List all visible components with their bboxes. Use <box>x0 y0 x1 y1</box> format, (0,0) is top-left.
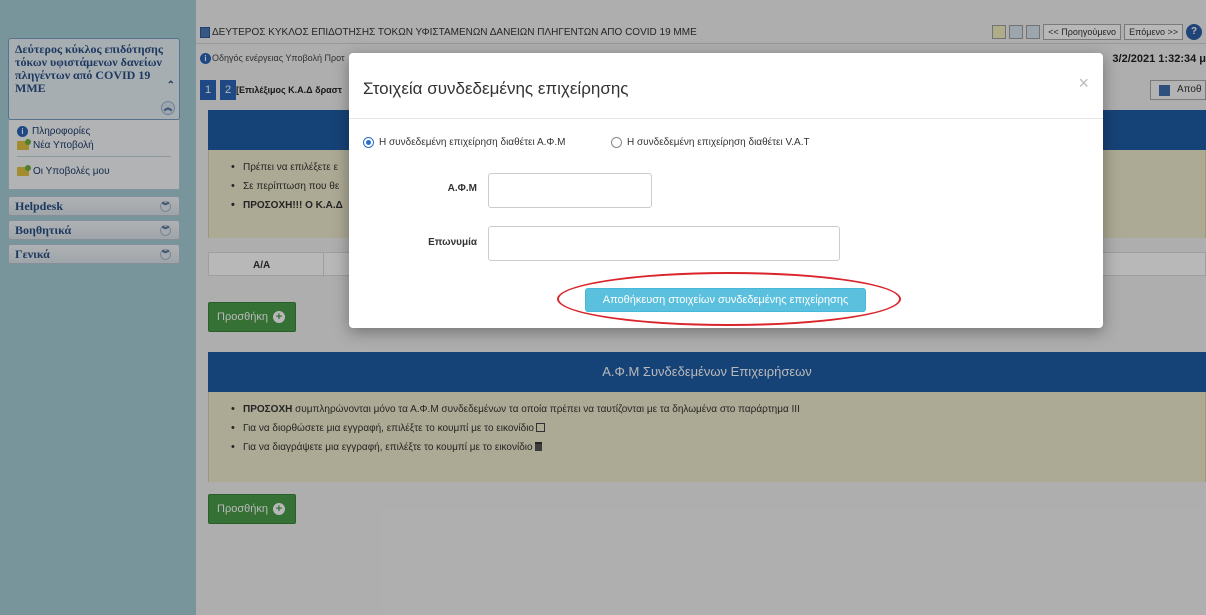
company-name-input[interactable] <box>488 226 840 261</box>
radio-label: Η συνδεδεμένη επιχείρηση διαθέτει V.A.T <box>627 137 810 148</box>
highlight-ellipse <box>557 272 901 326</box>
radio-afm[interactable]: Η συνδεδεμένη επιχείρηση διαθέτει Α.Φ.Μ <box>363 137 566 148</box>
afm-label: Α.Φ.Μ <box>447 183 477 194</box>
radio-label: Η συνδεδεμένη επιχείρηση διαθέτει Α.Φ.Μ <box>379 137 566 148</box>
modal-title: Στοιχεία συνδεδεμένης επιχείρησης <box>363 79 629 98</box>
radio-vat[interactable]: Η συνδεδεμένη επιχείρηση διαθέτει V.A.T <box>611 137 810 148</box>
modal-header: Στοιχεία συνδεδεμένης επιχείρησης × <box>349 53 1103 119</box>
company-name-label: Επωνυμία <box>428 237 477 248</box>
afm-input[interactable] <box>488 173 652 208</box>
radio-unselected-icon[interactable] <box>611 137 622 148</box>
close-icon[interactable]: × <box>1078 73 1089 94</box>
radio-selected-icon[interactable] <box>363 137 374 148</box>
